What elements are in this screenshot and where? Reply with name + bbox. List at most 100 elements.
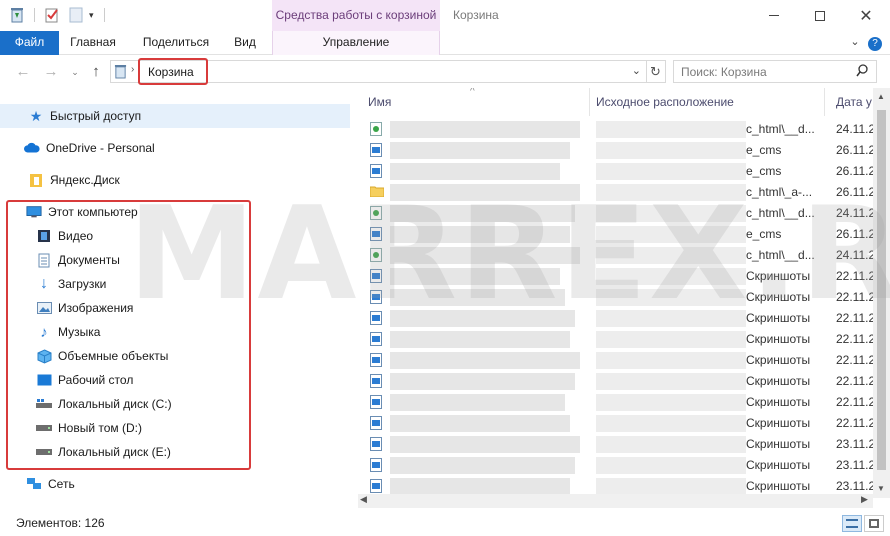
forward-button[interactable]: → [42,64,60,80]
file-row[interactable]: Скриншоты 23.11.2 [358,455,878,476]
vertical-scrollbar[interactable]: ▲ ▼ [873,88,890,498]
file-date: 26.11.2 [836,185,876,199]
column-separator[interactable] [824,88,825,116]
tab-home[interactable]: Главная [62,31,124,55]
html-file-icon [370,206,382,220]
explorer-window: ▾ Средства работы с корзиной Корзина ✕ Ф… [0,0,890,536]
window-title: Корзина [453,8,499,22]
file-row[interactable]: Скриншоты 22.11.2 [358,413,878,434]
arrow-right-icon: → [43,63,59,80]
file-row[interactable]: e_cms 26.11.2 [358,161,878,182]
file-row[interactable]: Скриншоты 22.11.2 [358,350,878,371]
nav-item-label: OneDrive - Personal [46,141,155,155]
nav-item-network[interactable]: Сеть [0,472,75,496]
tab-file[interactable]: Файл [0,31,59,55]
file-row[interactable]: Скриншоты 22.11.2 [358,308,878,329]
file-date: 22.11.2 [836,332,876,346]
file-name-redacted [390,436,580,453]
chevron-down-icon: ⌄ [71,67,79,77]
file-name-redacted [390,268,560,285]
address-row: ← → ⌄ ↑ › Корзина ⌄ ↻ Поиск: Корзина [0,56,890,88]
search-icon [856,64,868,78]
nav-item-onedrive[interactable]: OneDrive - Personal [0,136,155,160]
image-file-icon [370,143,382,157]
search-input[interactable]: Поиск: Корзина [681,65,767,79]
address-dropdown-icon[interactable]: ⌄ [632,64,641,77]
back-button[interactable]: ← [14,64,32,80]
arrow-up-icon: ↑ [92,63,100,80]
details-view-button[interactable] [842,515,862,532]
separator-icon [103,8,105,22]
tiles-view-button[interactable] [864,515,884,532]
file-row[interactable]: c_html\__d... 24.11.2 [358,245,878,266]
location-redacted [596,394,746,411]
refresh-button[interactable]: ↻ [646,60,666,83]
new-folder-icon[interactable] [69,7,83,23]
file-location: Скриншоты [746,311,811,325]
file-location: e_cms [746,164,782,178]
horizontal-scrollbar[interactable]: ◀ ▶ [358,494,873,508]
location-redacted [596,226,746,243]
ribbon-expand-button[interactable]: ⌄ [846,31,864,55]
file-date: 22.11.2 [836,311,876,325]
file-location: c_html\__d... [746,206,815,220]
item-count: Элементов: 126 [16,516,105,530]
file-row[interactable]: Скриншоты 22.11.2 [358,329,878,350]
column-header-date[interactable]: Дата у [836,88,872,116]
network-icon [26,476,42,492]
file-location: Скриншоты [746,416,811,430]
scroll-right-icon[interactable]: ▶ [861,494,868,505]
column-separator[interactable] [589,88,590,116]
tab-share[interactable]: Поделиться [136,31,216,55]
scroll-down-icon[interactable]: ▼ [877,484,885,493]
maximize-button[interactable] [797,0,843,31]
customize-toolbar-icon[interactable]: ▾ [89,10,94,21]
file-name-redacted [390,394,565,411]
html-file-icon [370,122,382,136]
scrollbar-thumb[interactable] [877,110,886,470]
title-bar: ▾ Средства работы с корзиной Корзина ✕ [0,0,890,31]
file-date: 24.11.2 [836,122,876,136]
file-row[interactable]: c_html\_a-... 26.11.2 [358,182,878,203]
image-file-icon [370,332,382,346]
minimize-button[interactable] [751,0,797,31]
file-row[interactable]: Скриншоты 22.11.2 [358,392,878,413]
image-file-icon [370,311,382,325]
file-date: 22.11.2 [836,269,876,283]
scroll-left-icon[interactable]: ◀ [360,494,367,505]
file-name-redacted [390,121,580,138]
close-button[interactable]: ✕ [843,0,889,31]
file-name-redacted [390,226,570,243]
help-icon: ? [868,37,882,51]
up-button[interactable]: ↑ [87,64,105,80]
file-location: c_html\__d... [746,248,815,262]
file-row[interactable]: c_html\__d... 24.11.2 [358,203,878,224]
search-box[interactable]: Поиск: Корзина [673,60,877,83]
file-row[interactable]: Скриншоты 22.11.2 [358,371,878,392]
tab-view[interactable]: Вид [226,31,264,55]
file-row[interactable]: e_cms 26.11.2 [358,224,878,245]
minimize-icon [769,15,779,16]
file-date: 22.11.2 [836,395,876,409]
properties-icon[interactable] [45,7,59,23]
file-row[interactable]: c_html\__d... 24.11.2 [358,119,878,140]
column-header-name[interactable]: Имя [368,88,391,116]
column-header-location[interactable]: Исходное расположение [596,88,734,116]
scroll-up-icon[interactable]: ▲ [877,92,885,101]
image-file-icon [370,269,382,283]
file-row[interactable]: Скриншоты 22.11.2 [358,266,878,287]
file-location: Скриншоты [746,479,811,493]
image-file-icon [370,353,382,367]
file-row[interactable]: Скриншоты 22.11.2 [358,287,878,308]
file-location: c_html\__d... [746,122,815,136]
file-name-redacted [390,247,580,264]
nav-item-yandex-disk[interactable]: Яндекс.Диск [0,168,120,192]
file-row[interactable]: e_cms 26.11.2 [358,140,878,161]
nav-item-quick-access[interactable]: ★ Быстрый доступ [0,104,350,128]
file-row[interactable]: Скриншоты 23.11.2 [358,434,878,455]
breadcrumb-chevron-icon: › [131,64,135,75]
file-location: e_cms [746,227,782,241]
help-button[interactable]: ? [866,31,884,55]
recent-locations-button[interactable]: ⌄ [66,64,84,80]
tab-manage[interactable]: Управление [272,31,440,55]
